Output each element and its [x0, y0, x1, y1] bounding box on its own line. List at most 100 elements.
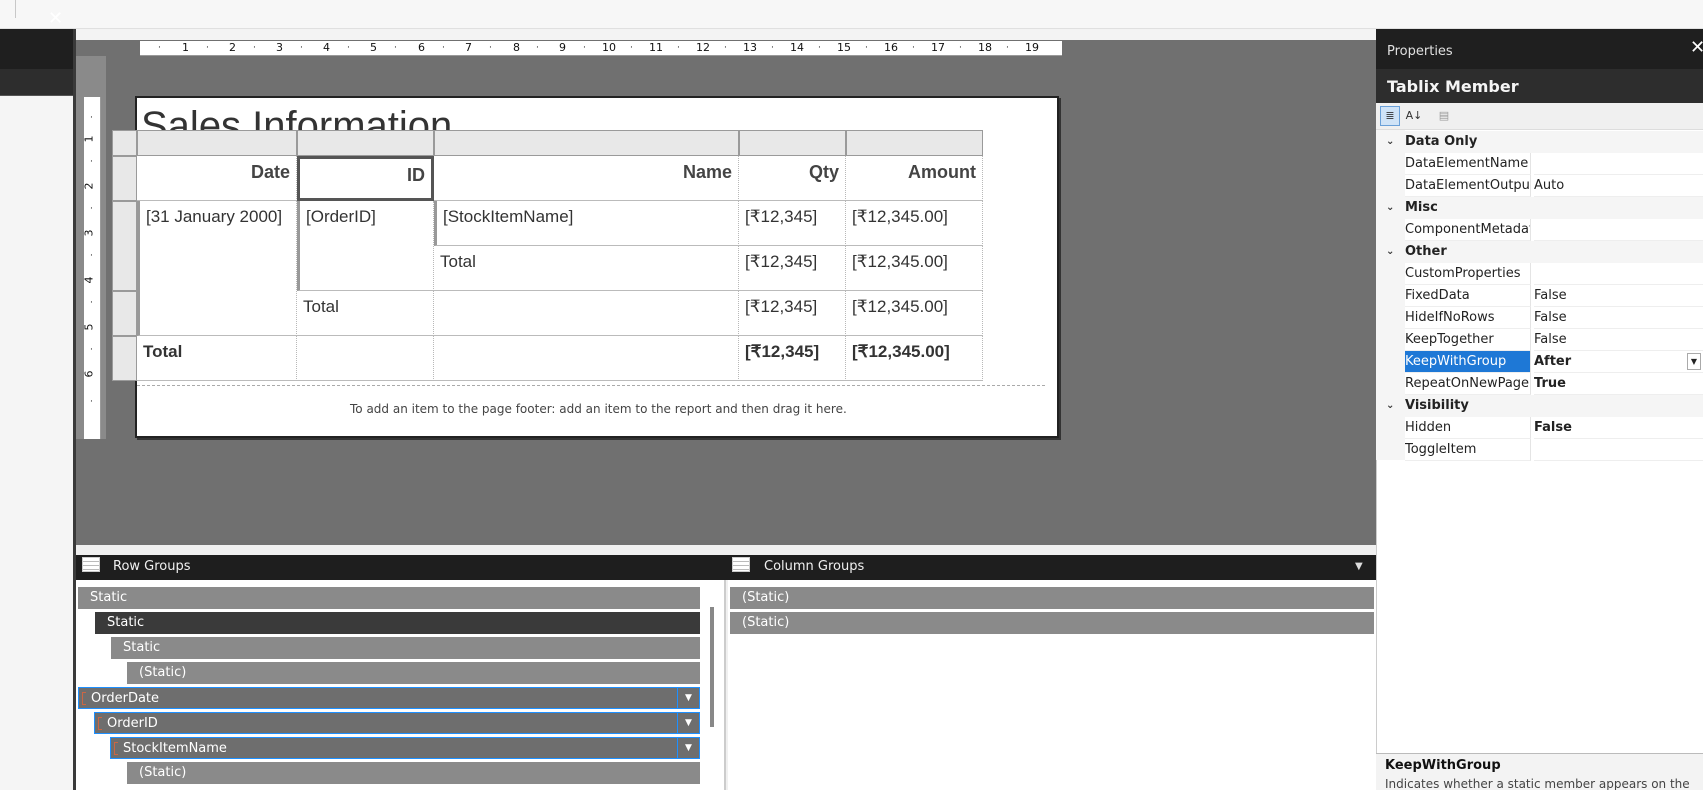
cell-qty[interactable]: [₹12,345] — [739, 201, 846, 246]
property-name: HideIfNoRows — [1405, 307, 1531, 329]
ruler-dot: · — [90, 345, 93, 355]
row-handle-subtotal[interactable] — [112, 291, 137, 336]
description-text: Indicates whether a static member appear… — [1385, 777, 1690, 790]
chevron-down-icon[interactable]: ▼ — [677, 738, 699, 758]
ruler-tick: 3 — [276, 41, 283, 54]
ruler-dot: · — [442, 43, 445, 53]
cell-grand-total-label[interactable]: Total — [137, 336, 297, 381]
header-cell-date[interactable]: Date — [137, 156, 297, 201]
row-group-label: OrderDate — [91, 691, 160, 706]
property-row-selected[interactable]: KeepWithGroup After ▼ — [1376, 351, 1703, 373]
property-value[interactable]: False — [1534, 307, 1703, 329]
property-pages-icon[interactable]: ▤ — [1434, 106, 1454, 126]
category-misc[interactable]: ⌄ Misc — [1376, 197, 1703, 219]
cell-grand-total-empty[interactable] — [297, 336, 434, 381]
close-icon[interactable]: ✕ — [1690, 37, 1703, 58]
ruler-dot: · — [394, 43, 397, 53]
cell-grand-total-empty[interactable] — [434, 336, 739, 381]
row-groups-scrollbar[interactable] — [710, 607, 714, 727]
row-group-item[interactable]: Static — [111, 637, 700, 659]
chevron-down-icon[interactable]: ⌄ — [1386, 131, 1394, 153]
ruler-dot: · — [771, 43, 774, 53]
chevron-down-icon[interactable]: ▼ — [677, 713, 699, 733]
column-handle-amount[interactable] — [846, 130, 983, 156]
property-value[interactable] — [1534, 263, 1703, 285]
property-row[interactable]: ComponentMetadata — [1376, 219, 1703, 241]
property-value[interactable] — [1534, 153, 1703, 175]
property-value[interactable]: After — [1534, 351, 1703, 373]
cell-item-total-qty[interactable]: [₹12,345] — [739, 246, 846, 291]
close-icon[interactable]: ✕ — [48, 7, 63, 31]
property-row[interactable]: CustomProperties — [1376, 263, 1703, 285]
cell-grand-total-qty[interactable]: [₹12,345] — [739, 336, 846, 381]
column-handle-date[interactable] — [137, 130, 297, 156]
header-cell-id[interactable]: ID — [297, 156, 434, 201]
category-other[interactable]: ⌄ Other — [1376, 241, 1703, 263]
category-visibility[interactable]: ⌄ Visibility — [1376, 395, 1703, 417]
tablix-corner-handle[interactable] — [112, 130, 137, 156]
ruler-dot: · — [1006, 43, 1009, 53]
ruler-dot: · — [90, 251, 93, 261]
property-value[interactable]: True — [1534, 373, 1703, 395]
property-name: CustomProperties — [1405, 263, 1531, 285]
cell-order-total-amount[interactable]: [₹12,345.00] — [846, 291, 983, 336]
property-value[interactable]: False — [1534, 329, 1703, 351]
header-cell-amount[interactable]: Amount — [846, 156, 983, 201]
property-value[interactable] — [1534, 219, 1703, 241]
header-cell-name[interactable]: Name — [434, 156, 739, 201]
row-handle-group[interactable] — [112, 201, 137, 291]
row-group-item[interactable]: Static — [95, 612, 700, 634]
cell-item-total-amount[interactable]: [₹12,345.00] — [846, 246, 983, 291]
row-group-item[interactable]: Static — [78, 587, 700, 609]
property-row[interactable]: DataElementOutput Auto — [1376, 175, 1703, 197]
cell-amount[interactable]: [₹12,345.00] — [846, 201, 983, 246]
row-group-item[interactable]: (Static) — [127, 762, 700, 784]
row-group-orderid[interactable]: OrderID ▼ — [94, 712, 700, 734]
sort-alphabetical-icon[interactable]: A↓ — [1404, 106, 1424, 126]
property-value[interactable]: False — [1534, 285, 1703, 307]
property-name: KeepWithGroup — [1405, 351, 1531, 373]
property-row[interactable]: ToggleItem — [1376, 439, 1703, 461]
ruler-tick: 16 — [884, 41, 898, 54]
header-cell-qty[interactable]: Qty — [739, 156, 846, 201]
row-group-orderdate[interactable]: OrderDate ▼ — [78, 687, 700, 709]
cell-order-total-empty[interactable] — [434, 291, 739, 336]
ruler-tick: 3 — [82, 229, 96, 237]
chevron-down-icon[interactable]: ⌄ — [1386, 395, 1394, 417]
vertical-ruler: · 1 · 2 · 3 · 4 · 5 · 6 · — [82, 97, 101, 439]
column-handle-qty[interactable] — [739, 130, 846, 156]
row-group-item[interactable]: (Static) — [127, 662, 700, 684]
column-group-item[interactable]: (Static) — [730, 612, 1374, 634]
categorized-icon[interactable]: ≣ — [1380, 106, 1400, 126]
property-row[interactable]: HideIfNoRows False — [1376, 307, 1703, 329]
property-value[interactable] — [1534, 439, 1703, 461]
property-value[interactable]: False — [1534, 417, 1703, 439]
property-name: DataElementOutput — [1405, 175, 1531, 197]
column-handle-id[interactable] — [297, 130, 434, 156]
chevron-down-icon[interactable]: ▼ — [1355, 561, 1363, 572]
cell-order-total-label[interactable]: Total — [297, 291, 434, 336]
property-value[interactable]: Auto — [1534, 175, 1703, 197]
cell-stock-item-name[interactable]: [StockItemName] — [434, 201, 739, 246]
cell-order-total-qty[interactable]: [₹12,345] — [739, 291, 846, 336]
row-group-stockitemname[interactable]: StockItemName ▼ — [110, 737, 700, 759]
row-handle-header[interactable] — [112, 156, 137, 201]
chevron-down-icon[interactable]: ⌄ — [1386, 241, 1394, 263]
row-handle-total[interactable] — [112, 336, 137, 381]
page-footer-hint: To add an item to the page footer: add a… — [350, 402, 847, 416]
cell-item-total-label[interactable]: Total — [434, 246, 739, 291]
chevron-down-icon[interactable]: ▼ — [1687, 353, 1701, 370]
cell-order-date[interactable]: [31 January 2000] — [137, 201, 297, 336]
column-group-item[interactable]: (Static) — [730, 587, 1374, 609]
chevron-down-icon[interactable]: ⌄ — [1386, 197, 1394, 219]
column-handle-name[interactable] — [434, 130, 739, 156]
cell-order-id[interactable]: [OrderID] — [297, 201, 434, 291]
property-row[interactable]: Hidden False — [1376, 417, 1703, 439]
cell-grand-total-amount[interactable]: [₹12,345.00] — [846, 336, 983, 381]
property-row[interactable]: DataElementName — [1376, 153, 1703, 175]
category-data-only[interactable]: ⌄ Data Only — [1376, 131, 1703, 153]
property-row[interactable]: FixedData False — [1376, 285, 1703, 307]
chevron-down-icon[interactable]: ▼ — [677, 688, 699, 708]
property-row[interactable]: KeepTogether False — [1376, 329, 1703, 351]
property-row[interactable]: RepeatOnNewPage True — [1376, 373, 1703, 395]
